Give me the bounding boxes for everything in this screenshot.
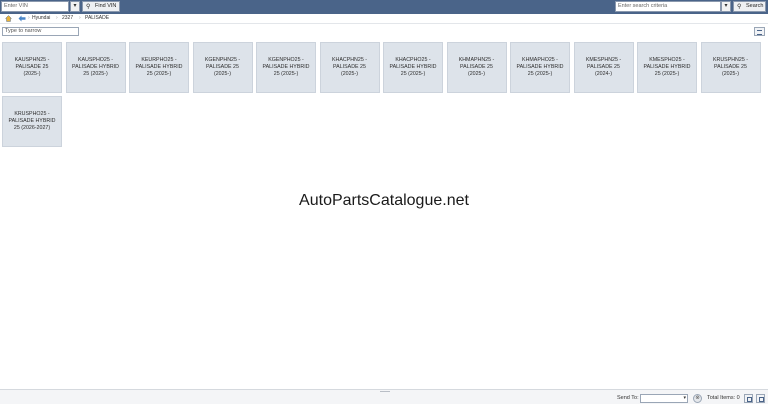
breadcrumb: › Hyundai › 2327 › PALISADE [0, 14, 768, 24]
search-input[interactable]: Enter search criteria [615, 1, 721, 12]
model-tile-line: 25 (2025-) [146, 71, 172, 77]
top-toolbar: Enter VIN ▾ ⚲ Find VIN Enter search crit… [0, 0, 768, 14]
model-tile-line: PALISADE 25 [15, 64, 49, 70]
model-tile-line: KRUSPHO25 - [14, 111, 50, 117]
chevron-down-icon: ▾ [73, 3, 77, 9]
vin-history-dropdown[interactable]: ▾ [70, 1, 80, 12]
app-window: Enter VIN ▾ ⚲ Find VIN Enter search crit… [0, 0, 768, 404]
model-tile-line: KAUSPHN25 - [14, 57, 50, 63]
breadcrumb-model: PALISADE [85, 15, 110, 21]
model-tile-line: 25 (2026-2027) [13, 125, 51, 131]
home-icon[interactable] [5, 15, 12, 22]
model-tile[interactable]: KAUSPHN25 - PALISADE 25 (2025-) [2, 42, 62, 93]
model-tile-line: PALISADE HYBRID [389, 64, 437, 70]
model-tile-line: PALISADE HYBRID [262, 64, 310, 70]
model-tile-line: 25 (2025-) [527, 71, 553, 77]
model-tile-label: KMESPHO25 - PALISADE HYBRID 25 (2025-) [644, 57, 691, 78]
model-tile-line: PALISADE HYBRID [135, 64, 183, 70]
model-tile[interactable]: KMESPHN25 - PALISADE 25 (2024-) [573, 42, 634, 93]
model-tile-line: 25 (2025-) [83, 71, 108, 77]
status-bar: Send To: ▾ ⊗ Total Items: 0 [0, 393, 768, 404]
model-tile-line: PALISADE 25 [460, 64, 493, 70]
find-vin-label: Find VIN [95, 3, 117, 9]
model-tile-label: KEURPHO25 - PALISADE HYBRID 25 (2025-) [136, 57, 183, 78]
model-tile-line: KHACPHN25 - [331, 57, 368, 63]
view-toggle-icon[interactable] [754, 27, 765, 36]
model-tile-line: (2025-) [213, 71, 232, 77]
model-tile-line: PALISADE 25 [587, 64, 620, 70]
model-tile-label: KAUSPHN25 - PALISADE 25 (2025-) [15, 57, 50, 78]
model-tile[interactable]: KGENPHN25 - PALISADE 25 (2025-) [192, 42, 253, 93]
model-tile-line: PALISADE 25 [333, 64, 366, 70]
model-tile[interactable]: KGENPHO25 - PALISADE HYBRID 25 (2025-) [256, 42, 316, 93]
model-tile-line: (2025-) [340, 71, 359, 77]
model-tile-line: 25 (2025-) [400, 71, 426, 77]
vin-input[interactable]: Enter VIN [1, 1, 69, 12]
model-tile[interactable]: KEURPHO25 - PALISADE HYBRID 25 (2025-) [129, 42, 189, 93]
chevron-down-icon: ▾ [724, 3, 728, 9]
model-tile-label: KGENPHO25 - PALISADE HYBRID 25 (2025-) [263, 57, 310, 78]
model-tile-line: PALISADE HYBRID [8, 118, 56, 124]
model-tile-label: KRUSPHN25 - PALISADE 25 (2025-) [713, 57, 748, 78]
breadcrumb-make[interactable]: Hyundai [32, 15, 50, 22]
watermark-text: AutoPartsCatalogue.net [299, 192, 469, 209]
search-icon: ⚲ [86, 4, 91, 10]
model-tile-line: KRUSPHN25 - [712, 57, 749, 63]
model-tile-label: KHMAPHN25 - PALISADE 25 (2025-) [459, 57, 495, 78]
narrow-filter-input[interactable]: Type to narrow [2, 27, 79, 36]
send-icon[interactable]: ⊗ [693, 394, 702, 403]
model-tile[interactable]: KAUSPHO25 - PALISADE HYBRID 25 (2025-) [65, 42, 126, 93]
model-tile[interactable]: KHACPHO25 - PALISADE HYBRID 25 (2025-) [383, 42, 443, 93]
model-tile-line: (2025-) [23, 71, 41, 77]
model-tile-label: KHACPHO25 - PALISADE HYBRID 25 (2025-) [390, 57, 437, 78]
breadcrumb-catalog[interactable]: 2327 [62, 15, 73, 22]
model-tile[interactable]: KRUSPHO25 - PALISADE HYBRID 25 (2026-2027) [2, 96, 62, 147]
chevron-down-icon: ▾ [683, 395, 686, 401]
model-tile-line: PALISADE 25 [714, 64, 747, 70]
model-tile[interactable]: KHMAPHO25 - PALISADE HYBRID 25 (2025-) [510, 42, 570, 93]
model-tile-label: KGENPHN25 - PALISADE 25 (2025-) [205, 57, 240, 78]
model-tile-line: KHMAPHO25 - [522, 57, 558, 63]
export-icon[interactable] [744, 394, 753, 403]
model-tile-line: PALISADE 25 [206, 64, 239, 70]
model-tile[interactable]: KMESPHO25 - PALISADE HYBRID 25 (2025-) [637, 42, 697, 93]
model-tile-label: KRUSPHO25 - PALISADE HYBRID 25 (2026-2027) [9, 111, 56, 132]
search-button[interactable]: ⚲ Search [733, 1, 766, 12]
search-history-dropdown[interactable]: ▾ [721, 1, 731, 12]
model-tile-label: KMESPHN25 - PALISADE 25 (2024-) [586, 57, 621, 78]
model-tile-line: KHMAPHN25 - [458, 57, 495, 63]
chevron-right-icon: › [28, 15, 30, 21]
model-tile-label: KAUSPHO25 - PALISADE HYBRID 25 (2025-) [72, 57, 119, 78]
model-tile-line: 25 (2025-) [273, 71, 299, 77]
model-tile-line: PALISADE HYBRID [72, 64, 119, 70]
model-tile-line: KMESPHO25 - [649, 57, 685, 63]
model-tile[interactable]: KRUSPHN25 - PALISADE 25 (2025-) [700, 42, 761, 93]
chevron-right-icon: › [56, 15, 58, 21]
model-tile-line: KGENPHO25 - [268, 57, 304, 63]
model-tile-line: (2024-) [594, 71, 613, 77]
model-tile-label: KHMAPHO25 - PALISADE HYBRID 25 (2025-) [517, 57, 564, 78]
model-tile-line: (2025-) [721, 71, 740, 77]
collapse-panel-icon[interactable] [756, 394, 765, 403]
model-tile-label: KHACPHN25 - PALISADE 25 (2025-) [332, 57, 367, 78]
back-arrow-icon[interactable] [18, 15, 26, 22]
model-tile[interactable]: KHACPHN25 - PALISADE 25 (2025-) [319, 42, 380, 93]
model-tile[interactable]: KHMAPHN25 - PALISADE 25 (2025-) [446, 42, 507, 93]
send-to-select[interactable]: ▾ [640, 394, 688, 403]
model-tile-line: PALISADE HYBRID [516, 64, 564, 70]
model-tile-line: (2025-) [467, 71, 486, 77]
search-icon: ⚲ [737, 4, 742, 10]
total-items-label: Total Items: 0 [707, 395, 740, 401]
chevron-right-icon: › [79, 15, 81, 21]
find-vin-button[interactable]: ⚲ Find VIN [82, 1, 120, 12]
model-tile-line: PALISADE HYBRID [643, 64, 691, 70]
search-label: Search [746, 3, 764, 9]
model-tile-line: 25 (2025-) [654, 71, 680, 77]
model-tile-line: KGENPHN25 - [204, 57, 241, 63]
model-tile-line: KEURPHO25 - [141, 57, 177, 63]
model-tile-line: KAUSPHO25 - [77, 57, 114, 63]
model-tile-line: KHACPHO25 - [395, 57, 431, 63]
send-to-label: Send To: [617, 395, 639, 401]
model-tile-line: KMESPHN25 - [585, 57, 622, 63]
